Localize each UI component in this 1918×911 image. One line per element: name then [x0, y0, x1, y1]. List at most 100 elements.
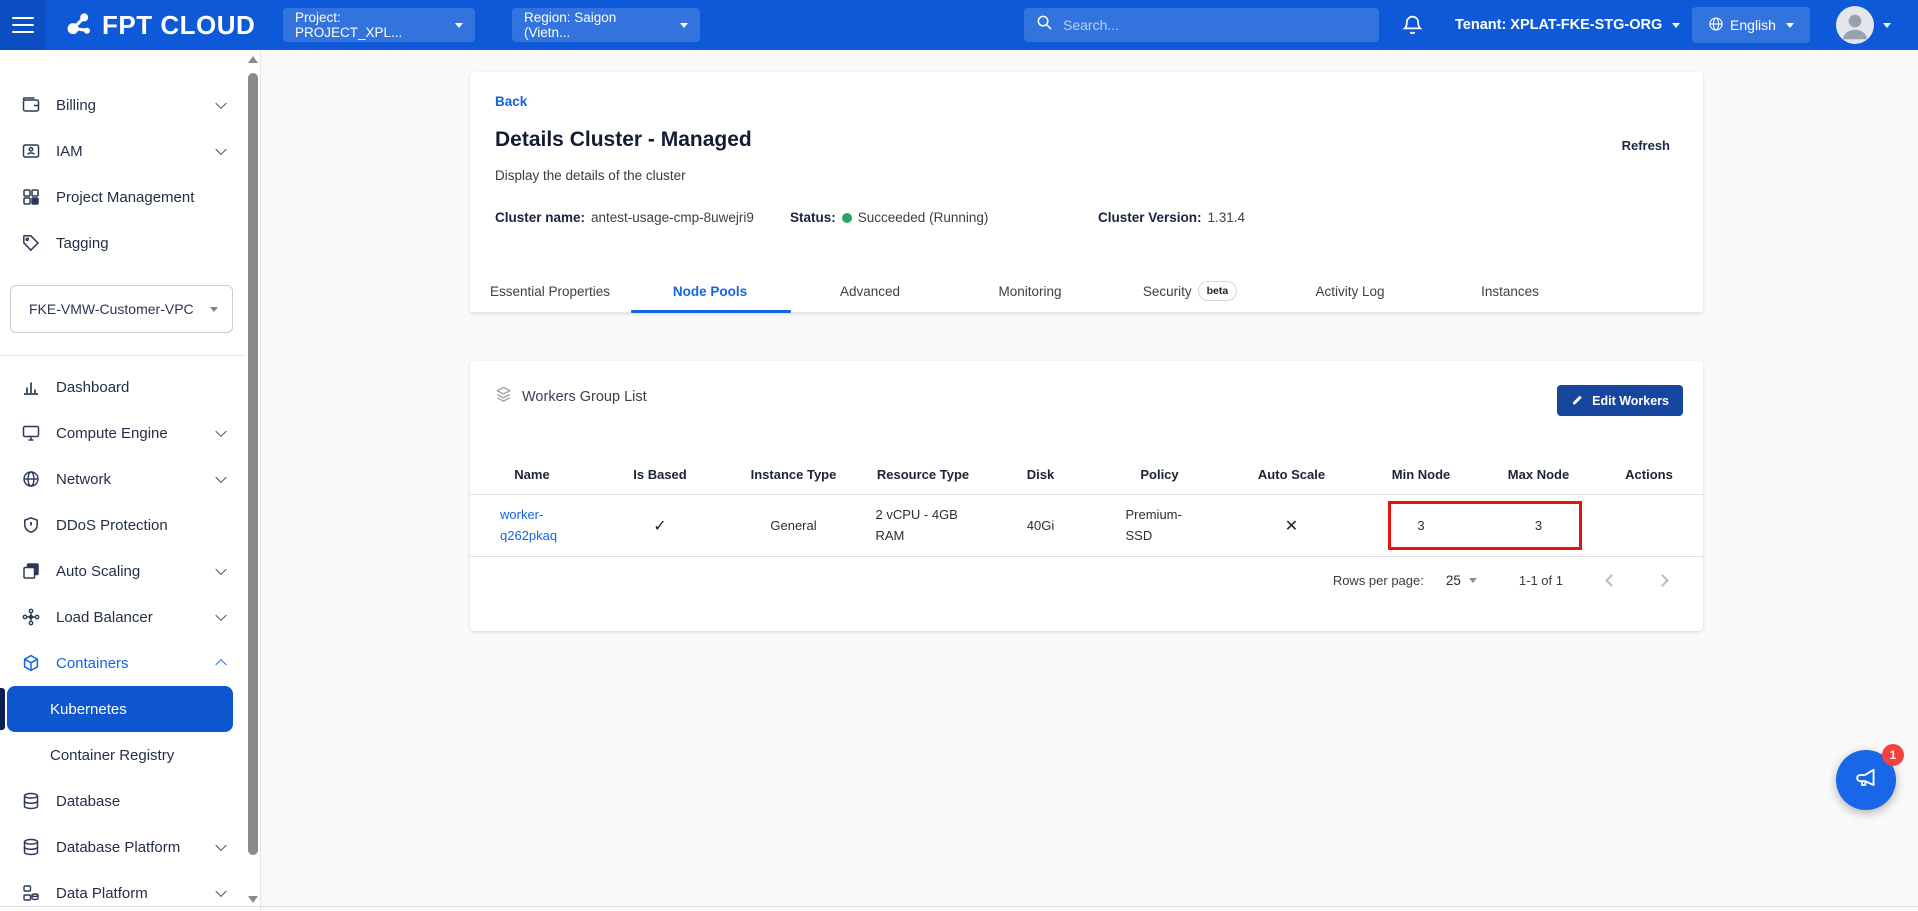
edit-workers-label: Edit Workers [1592, 394, 1669, 408]
tab-monitoring[interactable]: Monitoring [950, 270, 1110, 312]
scroll-up-arrow-icon[interactable] [248, 56, 258, 63]
sidebar-item-label: Database Platform [56, 839, 180, 856]
sidebar-item-label: Billing [56, 97, 96, 114]
chevron-down-icon [215, 426, 226, 437]
selected-indicator [0, 688, 5, 730]
sidebar-item-label: Load Balancer [56, 609, 153, 626]
chevron-down-icon [215, 886, 226, 897]
disk-value: 40Gi [985, 495, 1096, 556]
scrollbar-thumb[interactable] [248, 73, 258, 855]
tab-security[interactable]: Security beta [1110, 270, 1270, 312]
nodes-icon [21, 607, 41, 627]
sidebar-item-ddos-protection[interactable]: DDoS Protection [0, 502, 245, 548]
resource-type-value: 2 vCPU - 4GB RAM [876, 505, 971, 545]
tab-label: Advanced [840, 284, 900, 299]
sidebar-item-network[interactable]: Network [0, 456, 245, 502]
cross-icon: ✕ [1285, 516, 1298, 536]
notifications-button[interactable] [1400, 13, 1426, 39]
id-badge-icon [21, 141, 41, 161]
project-selector[interactable]: Project: PROJECT_XPL... [283, 8, 475, 42]
tab-advanced[interactable]: Advanced [790, 270, 950, 312]
tab-label: Monitoring [998, 284, 1061, 299]
database-icon [21, 791, 41, 811]
monitor-icon [21, 423, 41, 443]
search-input[interactable] [1063, 17, 1343, 33]
vpc-selector-label: FKE-VMW-Customer-VPC [29, 301, 194, 317]
sidebar-item-database-platform[interactable]: Database Platform [0, 824, 245, 870]
user-menu[interactable] [1836, 6, 1891, 44]
global-search [1024, 8, 1379, 42]
region-selector[interactable]: Region: Saigon (Vietn... [512, 8, 700, 42]
column-header: Min Node [1360, 455, 1482, 494]
sidebar-item-label: Network [56, 471, 111, 488]
sidebar-item-label: Auto Scaling [56, 563, 140, 580]
chevron-down-icon [1469, 578, 1477, 583]
chevron-down-icon [215, 472, 226, 483]
sidebar-item-containers[interactable]: Containers [0, 640, 245, 686]
tab-label: Node Pools [673, 284, 747, 299]
language-selector[interactable]: English [1692, 7, 1810, 43]
rows-per-page-select[interactable]: 25 [1446, 573, 1477, 588]
sidebar-item-tagging[interactable]: Tagging [0, 220, 245, 266]
column-header: Policy [1096, 455, 1223, 494]
vpc-selector[interactable]: FKE-VMW-Customer-VPC [10, 285, 233, 333]
hamburger-menu-icon[interactable] [0, 0, 46, 50]
chevron-down-icon [215, 610, 226, 621]
previous-page-icon[interactable] [1605, 574, 1618, 587]
max-node-value: 3 [1482, 495, 1595, 556]
tenant-selector[interactable]: Tenant: XPLAT-FKE-STG-ORG [1455, 0, 1680, 50]
chevron-down-icon [215, 840, 226, 851]
column-header: Name [470, 455, 594, 494]
brand-logo[interactable]: FPT CLOUD [60, 0, 255, 50]
sidebar-item-compute-engine[interactable]: Compute Engine [0, 410, 245, 456]
tab-activity-log[interactable]: Activity Log [1270, 270, 1430, 312]
active-tab-indicator [631, 310, 791, 313]
top-navbar: FPT CLOUD Project: PROJECT_XPL... Region… [0, 0, 1918, 50]
column-header: Max Node [1482, 455, 1595, 494]
rows-per-page-label: Rows per page: [1333, 573, 1424, 588]
sidebar-item-container-registry[interactable]: Container Registry [0, 732, 245, 778]
sidebar-item-load-balancer[interactable]: Load Balancer [0, 594, 245, 640]
workers-table: Name Is Based Instance Type Resource Typ… [470, 455, 1703, 557]
sidebar-item-project-management[interactable]: Project Management [0, 174, 245, 220]
sidebar-scrollbar [245, 50, 261, 911]
tab-instances[interactable]: Instances [1430, 270, 1590, 312]
sidebar-item-kubernetes[interactable]: Kubernetes [7, 686, 233, 732]
sidebar-item-label: Containers [56, 655, 129, 672]
scroll-down-arrow-icon[interactable] [248, 896, 258, 903]
rows-per-page-value: 25 [1446, 573, 1461, 588]
tab-node-pools[interactable]: Node Pools [630, 270, 790, 312]
edit-workers-button[interactable]: Edit Workers [1557, 385, 1683, 416]
sidebar-item-label: Compute Engine [56, 425, 168, 442]
column-header: Disk [985, 455, 1096, 494]
sidebar-item-label: IAM [56, 143, 83, 160]
sidebar-item-data-platform[interactable]: Data Platform [0, 870, 245, 911]
actions-cell [1595, 495, 1703, 556]
chevron-down-icon [215, 98, 226, 109]
language-label: English [1730, 17, 1776, 33]
sidebar-item-database[interactable]: Database [0, 778, 245, 824]
chevron-down-icon [215, 144, 226, 155]
page-title: Details Cluster - Managed [495, 128, 752, 152]
announcements-fab[interactable]: 1 [1836, 750, 1896, 810]
min-node-value: 3 [1360, 495, 1482, 556]
bar-chart-icon [21, 377, 41, 397]
worker-name-link[interactable]: worker-q262pkaq [500, 505, 564, 545]
sidebar-item-label: Container Registry [50, 747, 174, 764]
sidebar-item-billing[interactable]: Billing [0, 82, 245, 128]
beta-badge: beta [1198, 281, 1238, 301]
back-link[interactable]: Back [495, 94, 527, 109]
tab-essential-properties[interactable]: Essential Properties [470, 270, 630, 312]
region-selector-label: Region: Saigon (Vietn... [524, 10, 666, 40]
refresh-button[interactable]: Refresh [1622, 138, 1670, 153]
tab-label: Essential Properties [490, 284, 610, 299]
bell-icon [1400, 13, 1425, 38]
tag-icon [21, 233, 41, 253]
next-page-icon[interactable] [1656, 574, 1669, 587]
globe-icon [1708, 16, 1724, 35]
tab-label: Activity Log [1315, 284, 1384, 299]
sidebar-item-dashboard[interactable]: Dashboard [0, 364, 245, 410]
sidebar-item-auto-scaling[interactable]: Auto Scaling [0, 548, 245, 594]
tab-bar: Essential Properties Node Pools Advanced… [470, 271, 1703, 313]
sidebar-item-iam[interactable]: IAM [0, 128, 245, 174]
